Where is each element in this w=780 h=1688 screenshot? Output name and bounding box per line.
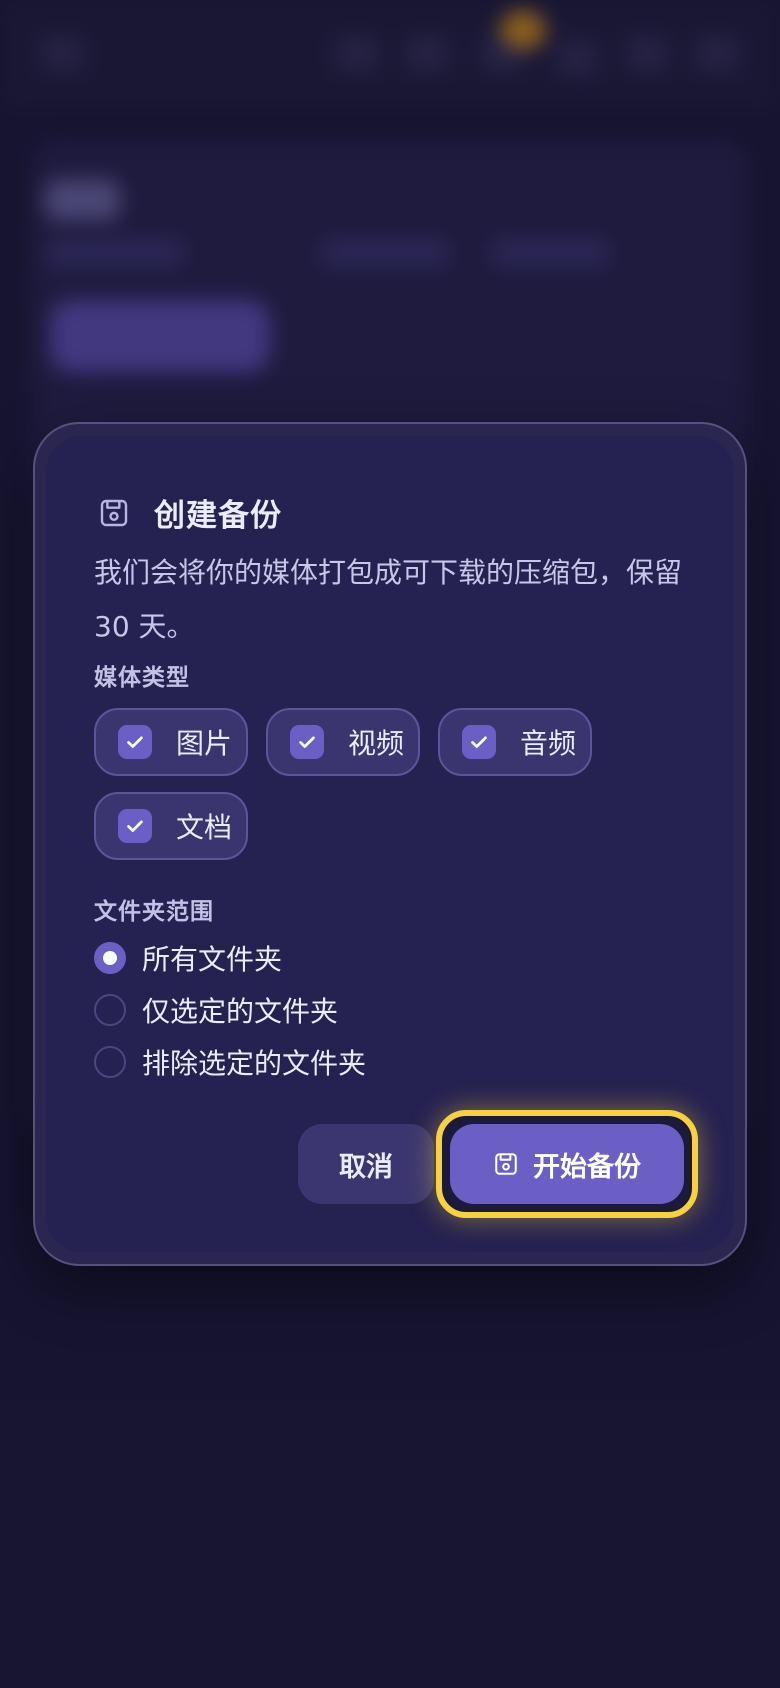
check-icon [299, 736, 315, 748]
media-type-chip-images[interactable]: 图片 [94, 708, 248, 776]
cancel-button[interactable]: 取消 [298, 1124, 434, 1204]
start-backup-label: 开始备份 [533, 1151, 641, 1182]
folder-scope-option-selected-only[interactable]: 仅选定的文件夹 [94, 990, 338, 1030]
radio-label: 所有文件夹 [142, 943, 283, 976]
checkbox-checked[interactable] [290, 725, 324, 759]
media-type-chip-videos[interactable]: 视频 [266, 708, 420, 776]
check-icon [127, 736, 143, 748]
start-backup-button[interactable]: 开始备份 [450, 1124, 684, 1204]
media-type-chip-audio[interactable]: 音频 [438, 708, 592, 776]
dialog-description: 我们会将你的媒体打包成可下载的压缩包，保留 30 天。 [94, 556, 683, 643]
create-backup-dialog: 创建备份 我们会将你的媒体打包成可下载的压缩包，保留 30 天。 媒体类型 图片… [46, 436, 734, 1252]
folder-scope-label: 文件夹范围 [94, 899, 214, 925]
checkbox-checked[interactable] [118, 809, 152, 843]
folder-scope-option-all[interactable]: 所有文件夹 [94, 938, 282, 978]
checkbox-checked[interactable] [462, 725, 496, 759]
check-icon [127, 820, 143, 832]
radio-label: 仅选定的文件夹 [142, 995, 339, 1028]
folder-scope-option-exclude-selected[interactable]: 排除选定的文件夹 [94, 1042, 366, 1082]
chip-label: 文档 [176, 811, 233, 844]
save-icon [100, 499, 128, 526]
radio-selected[interactable] [94, 942, 126, 974]
check-icon [471, 736, 487, 748]
chip-label: 图片 [176, 727, 233, 760]
chip-label: 视频 [348, 727, 405, 760]
dialog-title: 创建备份 [154, 498, 282, 534]
radio-label: 排除选定的文件夹 [142, 1047, 367, 1080]
save-icon [495, 1153, 517, 1175]
radio-unselected[interactable] [94, 994, 126, 1026]
chip-label: 音频 [520, 727, 577, 760]
checkbox-checked[interactable] [118, 725, 152, 759]
radio-unselected[interactable] [94, 1046, 126, 1078]
media-types-label: 媒体类型 [94, 665, 190, 691]
dialog-header: 创建备份 [98, 490, 282, 535]
media-type-chip-documents[interactable]: 文档 [94, 792, 248, 860]
